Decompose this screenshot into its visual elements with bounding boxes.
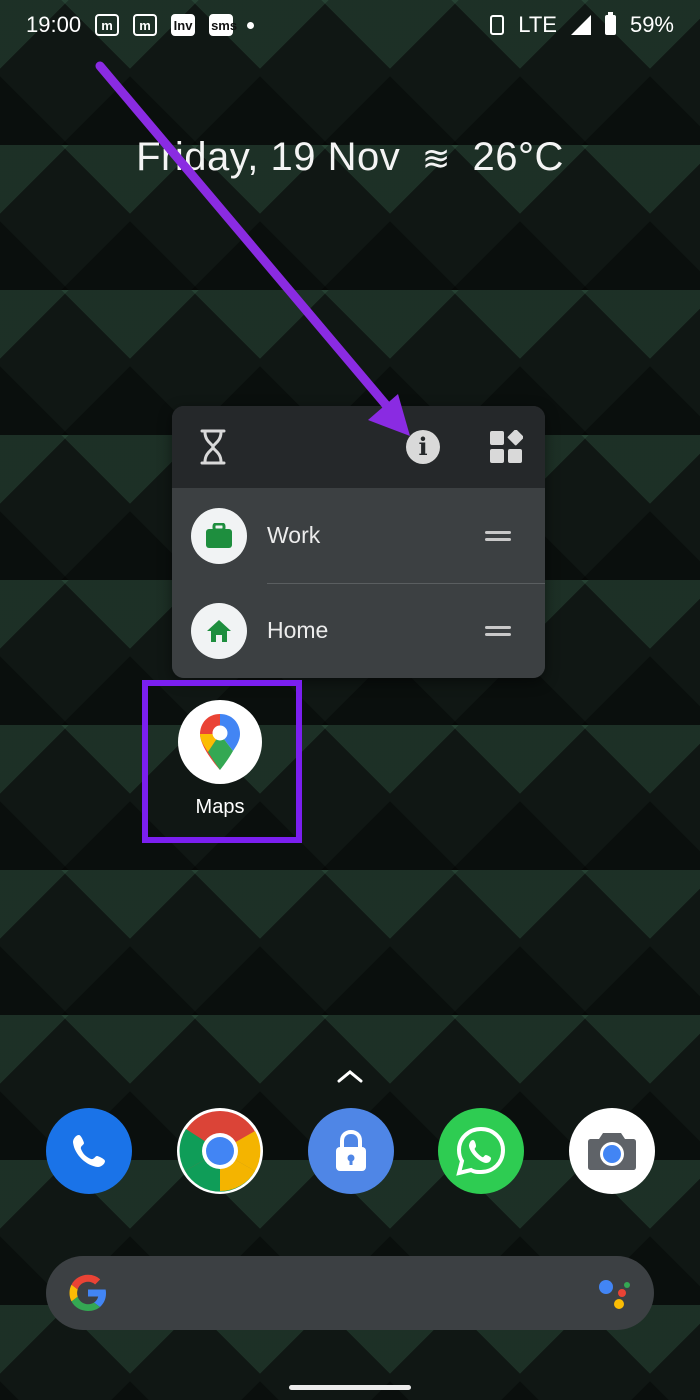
status-bar: 19:00 m m Inv sms LTE 59% <box>0 0 700 50</box>
maps-pin-icon[interactable] <box>178 700 262 784</box>
battery-percentage: 59% <box>629 12 674 37</box>
haze-icon: ≋ <box>421 140 451 178</box>
drag-handle-icon[interactable] <box>485 625 511 636</box>
app-info-icon[interactable]: i <box>404 428 442 466</box>
shortcut-list: Work Home <box>172 488 545 678</box>
google-g-icon[interactable] <box>66 1271 110 1315</box>
google-search-bar[interactable] <box>46 1256 654 1330</box>
home-icon <box>191 602 247 659</box>
shortcut-home[interactable]: Home <box>172 583 545 678</box>
app-shortcuts-popup: i Work Home <box>172 406 545 678</box>
chevron-up-icon[interactable] <box>336 1068 364 1084</box>
maps-app[interactable]: Maps <box>178 700 262 819</box>
more-notifications-icon <box>247 21 255 29</box>
notification-inv-icon: Inv <box>171 14 196 36</box>
vibrate-icon <box>490 15 505 35</box>
shortcut-work[interactable]: Work <box>172 488 545 583</box>
dock <box>0 1108 700 1196</box>
battery-icon <box>604 12 616 35</box>
temperature-text[interactable]: 26°C <box>473 135 564 179</box>
at-a-glance[interactable]: Friday, 19 Nov ≋ 26°C <box>0 135 700 180</box>
chrome-icon[interactable] <box>177 1108 263 1194</box>
camera-icon[interactable] <box>569 1108 655 1194</box>
navigation-handle[interactable] <box>289 1385 411 1390</box>
network-type: LTE <box>518 12 557 37</box>
clock: 19:00 <box>26 12 82 37</box>
shortcut-label: Home <box>267 617 329 643</box>
hourglass-icon[interactable] <box>194 428 232 466</box>
notification-m-icon: m <box>95 14 120 36</box>
notification-m-icon: m <box>133 14 158 36</box>
date-text[interactable]: Friday, 19 Nov <box>136 135 400 179</box>
widgets-icon[interactable] <box>487 428 525 466</box>
notification-sms-icon: sms <box>209 14 237 36</box>
whatsapp-icon[interactable] <box>438 1108 524 1194</box>
popup-system-actions: i <box>172 406 545 488</box>
signal-icon <box>570 15 591 35</box>
drag-handle-icon[interactable] <box>485 530 511 541</box>
google-assistant-icon[interactable] <box>594 1273 634 1313</box>
lock-icon[interactable] <box>308 1108 394 1194</box>
app-label: Maps <box>195 796 245 818</box>
phone-icon[interactable] <box>46 1108 132 1194</box>
shortcut-label: Work <box>267 522 321 548</box>
briefcase-icon <box>191 507 247 564</box>
